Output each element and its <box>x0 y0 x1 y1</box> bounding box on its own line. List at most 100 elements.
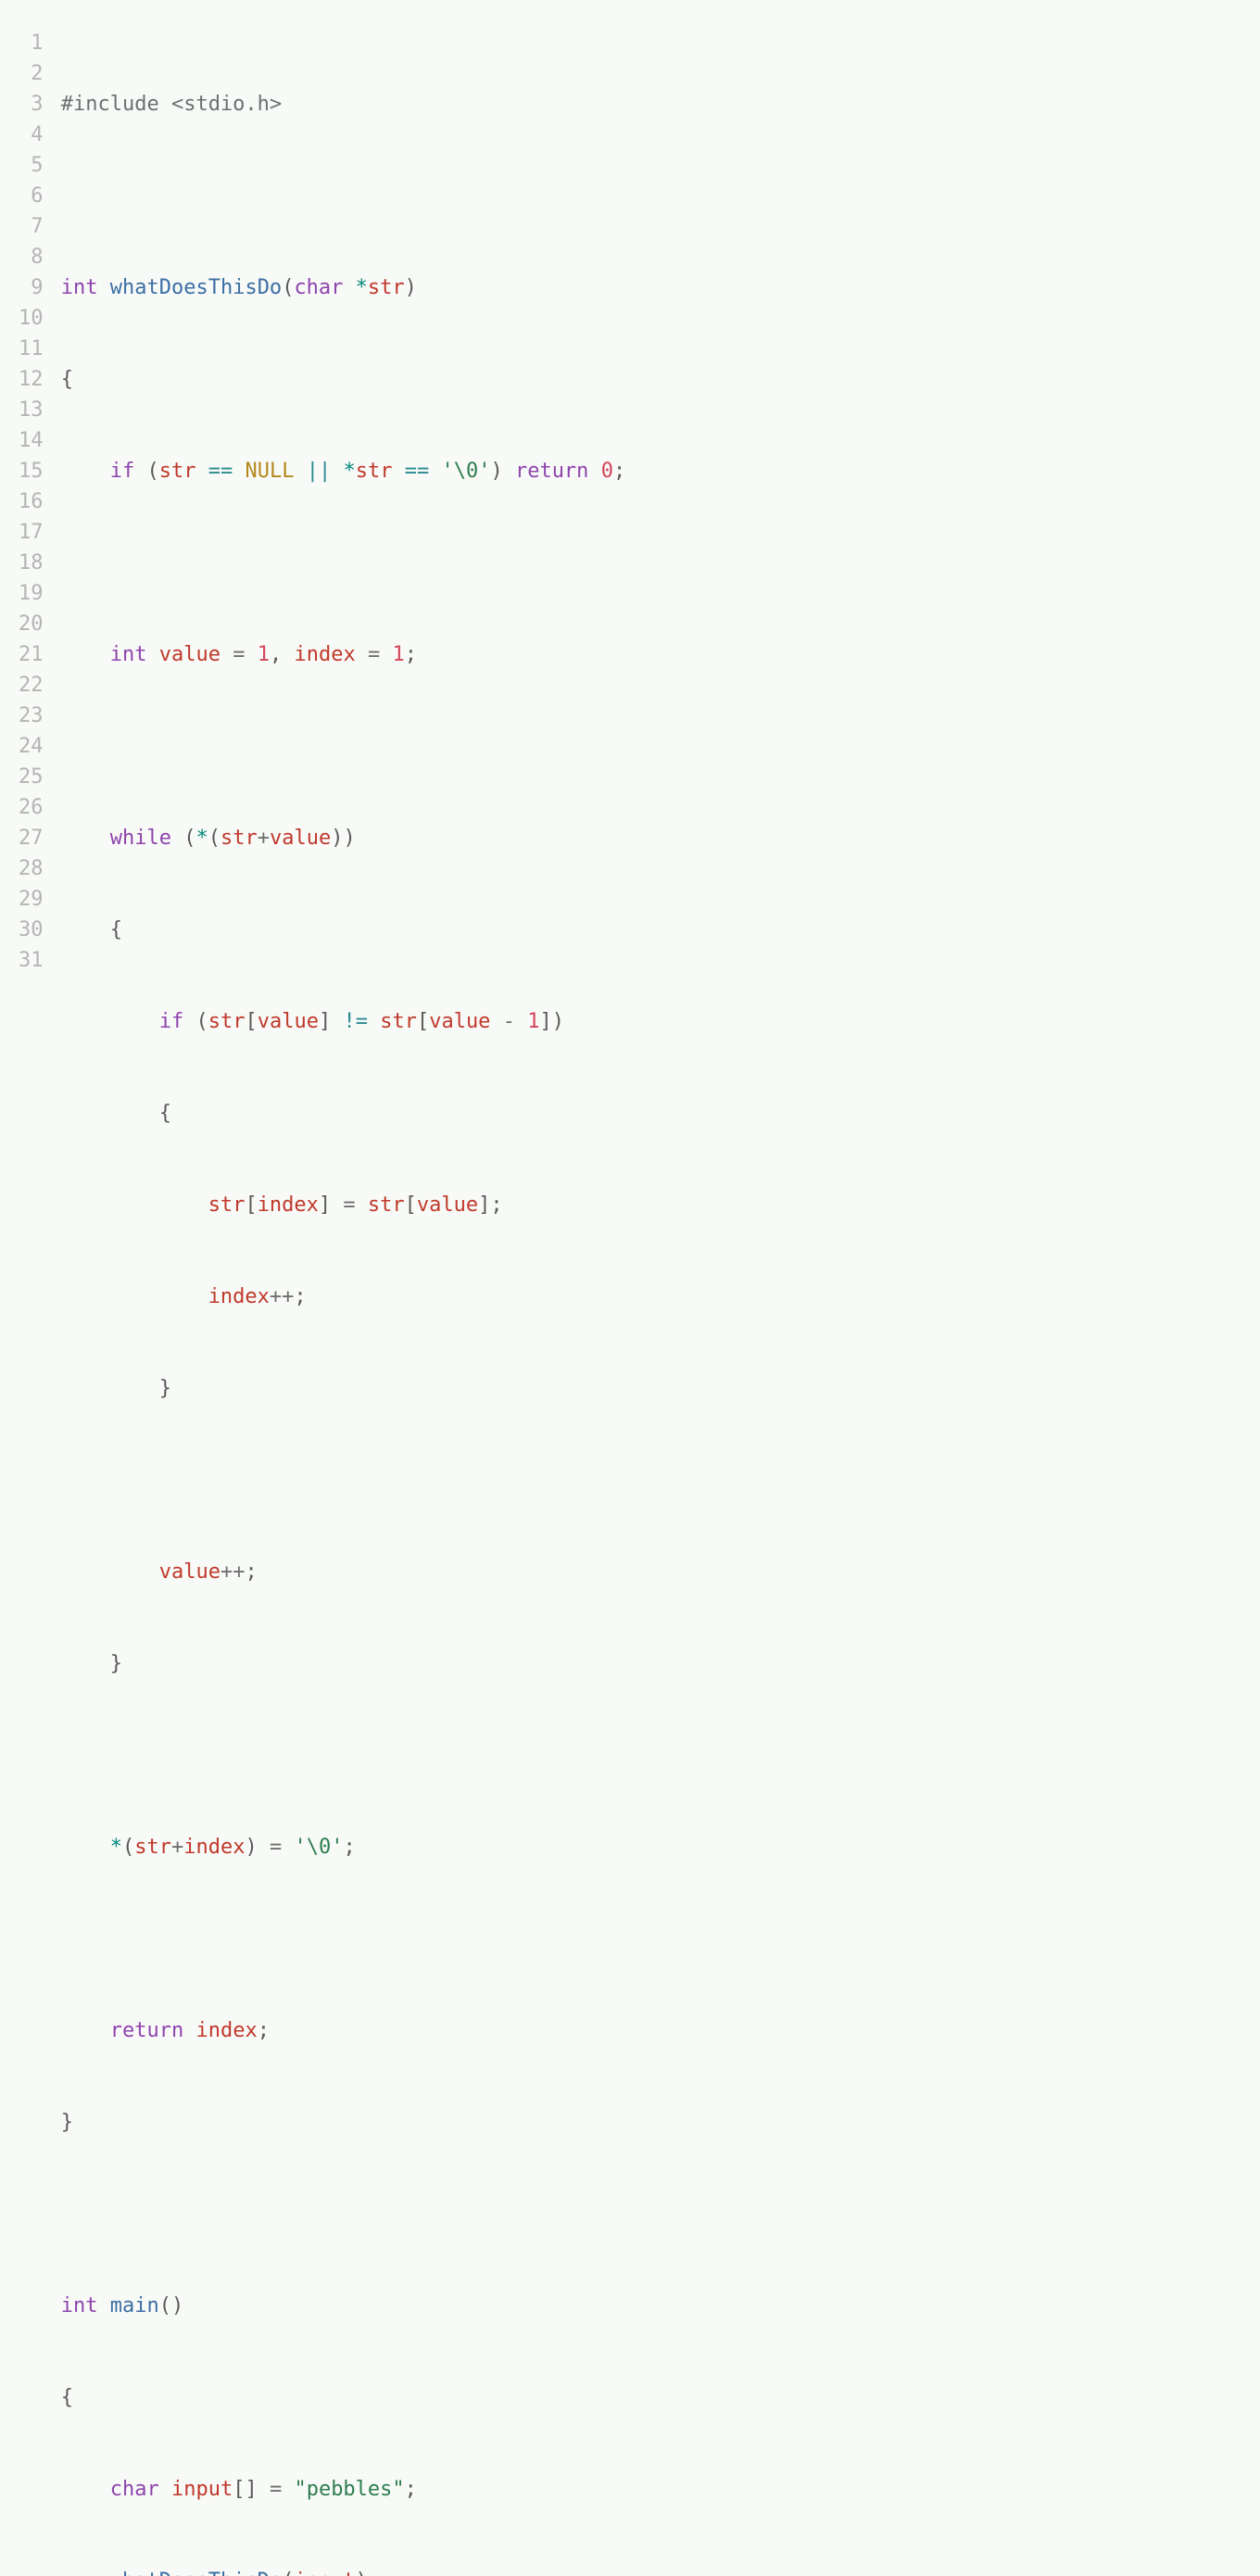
brace: { <box>110 918 122 941</box>
semicolon: ; <box>490 1193 502 1217</box>
operator: = <box>270 1836 282 1859</box>
function-call: whatDoesThisDo <box>110 2570 282 2576</box>
identifier: index <box>258 1193 319 1217</box>
keyword: return <box>110 2019 183 2042</box>
line-number: 4 <box>19 120 44 150</box>
operator: = <box>368 643 380 666</box>
operator: == <box>208 460 233 483</box>
line-number: 12 <box>19 364 44 395</box>
code-block: 1 2 3 4 5 6 7 8 9 10 11 12 13 14 15 16 1… <box>19 28 1241 2576</box>
semicolon: ; <box>613 460 625 483</box>
operator: = <box>343 1193 355 1217</box>
code-line: #include <stdio.h> <box>49 89 626 120</box>
bracket: [ <box>245 1193 257 1217</box>
identifier: str <box>208 1193 246 1217</box>
line-number: 7 <box>19 211 44 242</box>
line-number-gutter: 1 2 3 4 5 6 7 8 9 10 11 12 13 14 15 16 1… <box>19 28 49 2576</box>
identifier: value <box>417 1193 478 1217</box>
keyword: if <box>110 460 135 483</box>
char-literal: '\0' <box>441 460 490 483</box>
line-number: 25 <box>19 762 44 792</box>
code-line: } <box>49 1373 626 1404</box>
paren: ) <box>552 1010 564 1033</box>
line-number: 28 <box>19 853 44 884</box>
code-line: char input[] = "pebbles"; <box>49 2474 626 2505</box>
identifier: str <box>368 1193 405 1217</box>
paren: ) <box>490 460 502 483</box>
line-number: 6 <box>19 181 44 211</box>
line-number: 2 <box>19 58 44 89</box>
identifier: input <box>171 2478 233 2501</box>
line-number: 9 <box>19 272 44 303</box>
keyword: int <box>61 276 98 299</box>
identifier: value <box>159 1560 220 1584</box>
code-line: int value = 1, index = 1; <box>49 639 626 670</box>
semicolon: ; <box>258 2019 270 2042</box>
keyword: while <box>110 827 171 850</box>
code-line: index++; <box>49 1282 626 1312</box>
line-number: 3 <box>19 89 44 120</box>
constant: NULL <box>245 460 294 483</box>
function-name: whatDoesThisDo <box>110 276 282 299</box>
line-number: 30 <box>19 915 44 945</box>
semicolon: ; <box>368 2570 380 2576</box>
keyword: if <box>159 1010 184 1033</box>
bracket: ] <box>319 1010 331 1033</box>
semicolon: ; <box>343 1836 355 1859</box>
line-number: 22 <box>19 670 44 701</box>
bracket: ] <box>319 1193 331 1217</box>
identifier: str <box>208 1010 246 1033</box>
line-number: 8 <box>19 242 44 272</box>
identifier: index <box>195 2019 257 2042</box>
paren: ( <box>195 1010 208 1033</box>
code-line: if (str == NULL || *str == '\0') return … <box>49 456 626 486</box>
comma: , <box>270 643 282 666</box>
code-line: int main() <box>49 2291 626 2321</box>
brace: } <box>61 2111 73 2134</box>
code-line: *(str+index) = '\0'; <box>49 1832 626 1863</box>
brace: } <box>159 1377 171 1400</box>
identifier: value <box>270 827 331 850</box>
code-line: whatDoesThisDo(input); <box>49 2566 626 2576</box>
operator: = <box>270 2478 282 2501</box>
semicolon: ; <box>405 2478 417 2501</box>
paren: ) <box>356 2570 368 2576</box>
line-number: 10 <box>19 303 44 334</box>
bracket: ] <box>539 1010 551 1033</box>
identifier: index <box>208 1285 270 1308</box>
code-line: str[index] = str[value]; <box>49 1190 626 1220</box>
code-line: { <box>49 364 626 395</box>
line-number: 26 <box>19 792 44 823</box>
function-name: main <box>110 2294 159 2317</box>
code-line <box>49 1740 626 1771</box>
line-number: 17 <box>19 517 44 548</box>
keyword: int <box>61 2294 98 2317</box>
identifier: value <box>429 1010 490 1033</box>
line-number: 11 <box>19 334 44 364</box>
operator: + <box>258 827 270 850</box>
semicolon: ; <box>245 1560 257 1584</box>
code-line <box>49 1924 626 1954</box>
line-number: 19 <box>19 578 44 609</box>
bracket: [ <box>405 1193 417 1217</box>
brace: } <box>110 1652 122 1675</box>
operator: + <box>171 1836 183 1859</box>
operator: != <box>343 1010 368 1033</box>
preprocessor-directive: #include <stdio.h> <box>61 93 282 116</box>
string-literal: "pebbles" <box>294 2478 404 2501</box>
code-line: int whatDoesThisDo(char *str) <box>49 272 626 303</box>
paren: ( <box>146 460 158 483</box>
brace: { <box>159 1102 171 1125</box>
number: 1 <box>392 643 404 666</box>
operator: - <box>503 1010 515 1033</box>
identifier: str <box>356 460 393 483</box>
code-line: { <box>49 915 626 945</box>
line-number: 29 <box>19 884 44 915</box>
keyword: return <box>515 460 588 483</box>
code-line <box>49 2199 626 2229</box>
operator: * <box>110 1836 122 1859</box>
code-line <box>49 181 626 211</box>
paren: )) <box>331 827 356 850</box>
line-number: 1 <box>19 28 44 58</box>
paren: ( <box>208 827 220 850</box>
